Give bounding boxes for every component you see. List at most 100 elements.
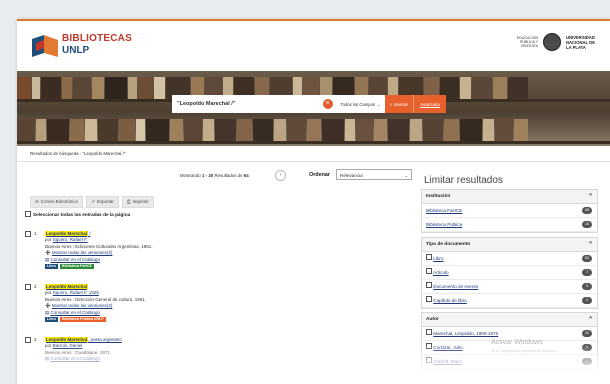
facet-heading-label: Institución — [426, 194, 451, 199]
facet-item-label: Capítulo de libro — [433, 298, 467, 303]
facet-checkbox[interactable] — [426, 254, 432, 260]
envelope-icon: ✉ — [35, 199, 39, 204]
library-badge: Biblioteca FaHCE — [59, 263, 94, 269]
facet-checkbox[interactable] — [426, 329, 432, 335]
show-versions-link[interactable]: Mostrar todas las versiones(2) — [52, 250, 113, 255]
catalog-icon: ▤ — [45, 256, 50, 262]
breadcrumb: Resultados de búsqueda - "Leopoldo Marec… — [17, 146, 610, 162]
result-title-link[interactable]: Leopoldo Marechal — [45, 284, 89, 289]
result-checkbox[interactable] — [25, 231, 31, 238]
facet-heading[interactable]: Institución ^ — [422, 190, 597, 204]
facet-item-label: Marechal, Leopoldo, 1900-1970 — [433, 331, 499, 336]
select-all[interactable]: Seleccionar todas las entradas de la pág… — [25, 211, 130, 217]
result-title-link[interactable]: Leopoldo Marechal — [45, 337, 89, 342]
facet-heading-label: Tipo de documento — [426, 242, 471, 247]
facet-item[interactable]: Biblioteca Pública 15 — [422, 218, 597, 232]
plus-circle-icon: ➕ — [45, 303, 51, 309]
showing-prefix: Mostrando — [180, 173, 201, 178]
search-field-label: Todos los Campos — [340, 101, 375, 107]
author-link[interactable]: Squirru, Rafael F. 1925 — [53, 290, 99, 295]
result-title-suffix[interactable]: , poeta argentino — [88, 337, 122, 342]
facet-item[interactable]: Artículo 7 — [422, 266, 597, 280]
print-button[interactable]: ⎙ Imprimir — [121, 196, 154, 208]
facet-checkbox[interactable] — [426, 296, 432, 302]
chevron-up-icon: ^ — [589, 193, 592, 199]
facet-count-badge: 15 — [582, 221, 592, 228]
advanced-search-button[interactable]: Avanzado — [413, 95, 446, 113]
facet-count-badge: 22 — [582, 330, 592, 337]
export-label: Exportar — [96, 199, 114, 204]
search-input[interactable] — [172, 95, 323, 113]
by-label: por — [45, 290, 52, 296]
facet-item[interactable]: Libro 52 — [422, 252, 597, 266]
facet-count-badge: 3 — [582, 283, 592, 290]
facet-item-label: Biblioteca Pública — [426, 222, 463, 227]
facet-item-label: Biblioteca FaHCE — [426, 208, 463, 213]
result-number: 1 — [25, 231, 37, 238]
library-badge: Biblioteca Pública UNLP — [59, 316, 106, 322]
search-field-select[interactable]: Todos los Campos ⌄ — [337, 102, 385, 107]
result-checkbox[interactable] — [25, 337, 31, 344]
bibliotecas-logo-icon[interactable] — [32, 35, 58, 57]
result-number: 3 — [25, 337, 37, 344]
by-label: por — [45, 237, 52, 243]
logo-title[interactable]: BIBLIOTECAS — [62, 33, 132, 44]
next-page-button[interactable]: › — [275, 170, 286, 181]
facet-checkbox[interactable] — [426, 268, 432, 274]
facet-heading-label: Autor — [426, 317, 439, 322]
logo-subtitle[interactable]: UNLP — [62, 45, 89, 56]
email-button[interactable]: ✉ Correo Electrónico — [30, 196, 84, 208]
magnifier-icon: ⌕ — [389, 101, 393, 107]
facet-institucion: Institución ^ Biblioteca FaHCE 49 Bibliote… — [421, 189, 598, 233]
author-link[interactable]: Squirru, Rafael F. — [53, 237, 88, 242]
facet-item[interactable]: Documento de evento 3 — [422, 280, 597, 294]
university-name[interactable]: UNIVERSIDAD NACIONAL DE LA PLATA — [566, 35, 600, 50]
format-badge: Libro — [45, 263, 58, 269]
facet-item-label: Artículo — [433, 270, 449, 275]
facet-heading[interactable]: Autor ^ — [422, 313, 597, 327]
university-seal-icon — [543, 33, 561, 51]
result-checkbox[interactable] — [25, 284, 31, 291]
result-title-suffix[interactable]: / — [88, 231, 90, 236]
sort-value: Relevancia — [340, 173, 363, 178]
result-index: 3 — [34, 337, 37, 342]
facet-item-label: Documento de evento — [433, 284, 479, 289]
institution-logos: EDUCACIÓN PÚBLICA Y GRATUITA UNIVERSIDAD… — [512, 33, 600, 51]
show-versions-link[interactable]: Mostrar todas las versiones(2) — [52, 303, 113, 308]
facet-item[interactable]: Biblioteca FaHCE 49 — [422, 204, 597, 218]
result-index: 2 — [34, 284, 37, 289]
shelf-divider-bottom — [17, 141, 610, 144]
showing-mid: Resultados de — [214, 173, 243, 178]
page-frame: BIBLIOTECAS UNLP EDUCACIÓN PÚBLICA Y GRA… — [17, 19, 610, 384]
facet-item-label: Libro — [433, 256, 444, 261]
results-count: Mostrando 1 - 20 Resultados de 64 — [180, 173, 249, 178]
catalog-link[interactable]: Consultar en el Catálogo — [51, 310, 101, 315]
limit-results-title: Limitar resultados — [424, 175, 503, 186]
clear-search-icon[interactable]: × — [322, 99, 333, 109]
select-all-label: Seleccionar todas las entradas de la pág… — [33, 211, 131, 217]
results-toolbar: ✉ Correo Electrónico ↗ Exportar ⎙ Imprimir — [30, 196, 154, 208]
sort-select[interactable]: Relevancia ⌄ — [336, 169, 412, 180]
facet-checkbox[interactable] — [426, 282, 432, 288]
facet-count-badge: 7 — [582, 269, 592, 276]
facet-count-badge: 2 — [582, 297, 592, 304]
search-button[interactable]: ⌕ Buscar — [384, 95, 414, 113]
catalog-link[interactable]: Consultar en el Catálogo — [51, 257, 101, 262]
export-button[interactable]: ↗ Exportar — [86, 196, 119, 208]
chevron-down-icon: ⌄ — [377, 101, 381, 107]
bookshelf-row-2 — [17, 119, 610, 141]
result-number: 2 — [25, 284, 37, 291]
select-all-checkbox[interactable] — [25, 211, 31, 217]
facet-item[interactable]: Capítulo de libro 2 — [422, 294, 597, 308]
sort-label: Ordenar — [309, 172, 330, 178]
result-index: 1 — [34, 231, 37, 236]
chevron-up-icon: ^ — [589, 316, 592, 322]
email-label: Correo Electrónico — [40, 199, 79, 204]
format-badge: Libro — [45, 316, 58, 322]
facet-heading[interactable]: Tipo de documento ^ — [422, 238, 597, 252]
site-header: BIBLIOTECAS UNLP EDUCACIÓN PÚBLICA Y GRA… — [17, 21, 610, 71]
search-bar: × Todos los Campos ⌄ ⌕ Buscar Avanzado — [172, 95, 446, 113]
showing-range: 1 - 20 — [201, 173, 214, 178]
export-icon: ↗ — [91, 199, 95, 204]
result-title-link[interactable]: Leopoldo Marechal — [45, 231, 89, 236]
